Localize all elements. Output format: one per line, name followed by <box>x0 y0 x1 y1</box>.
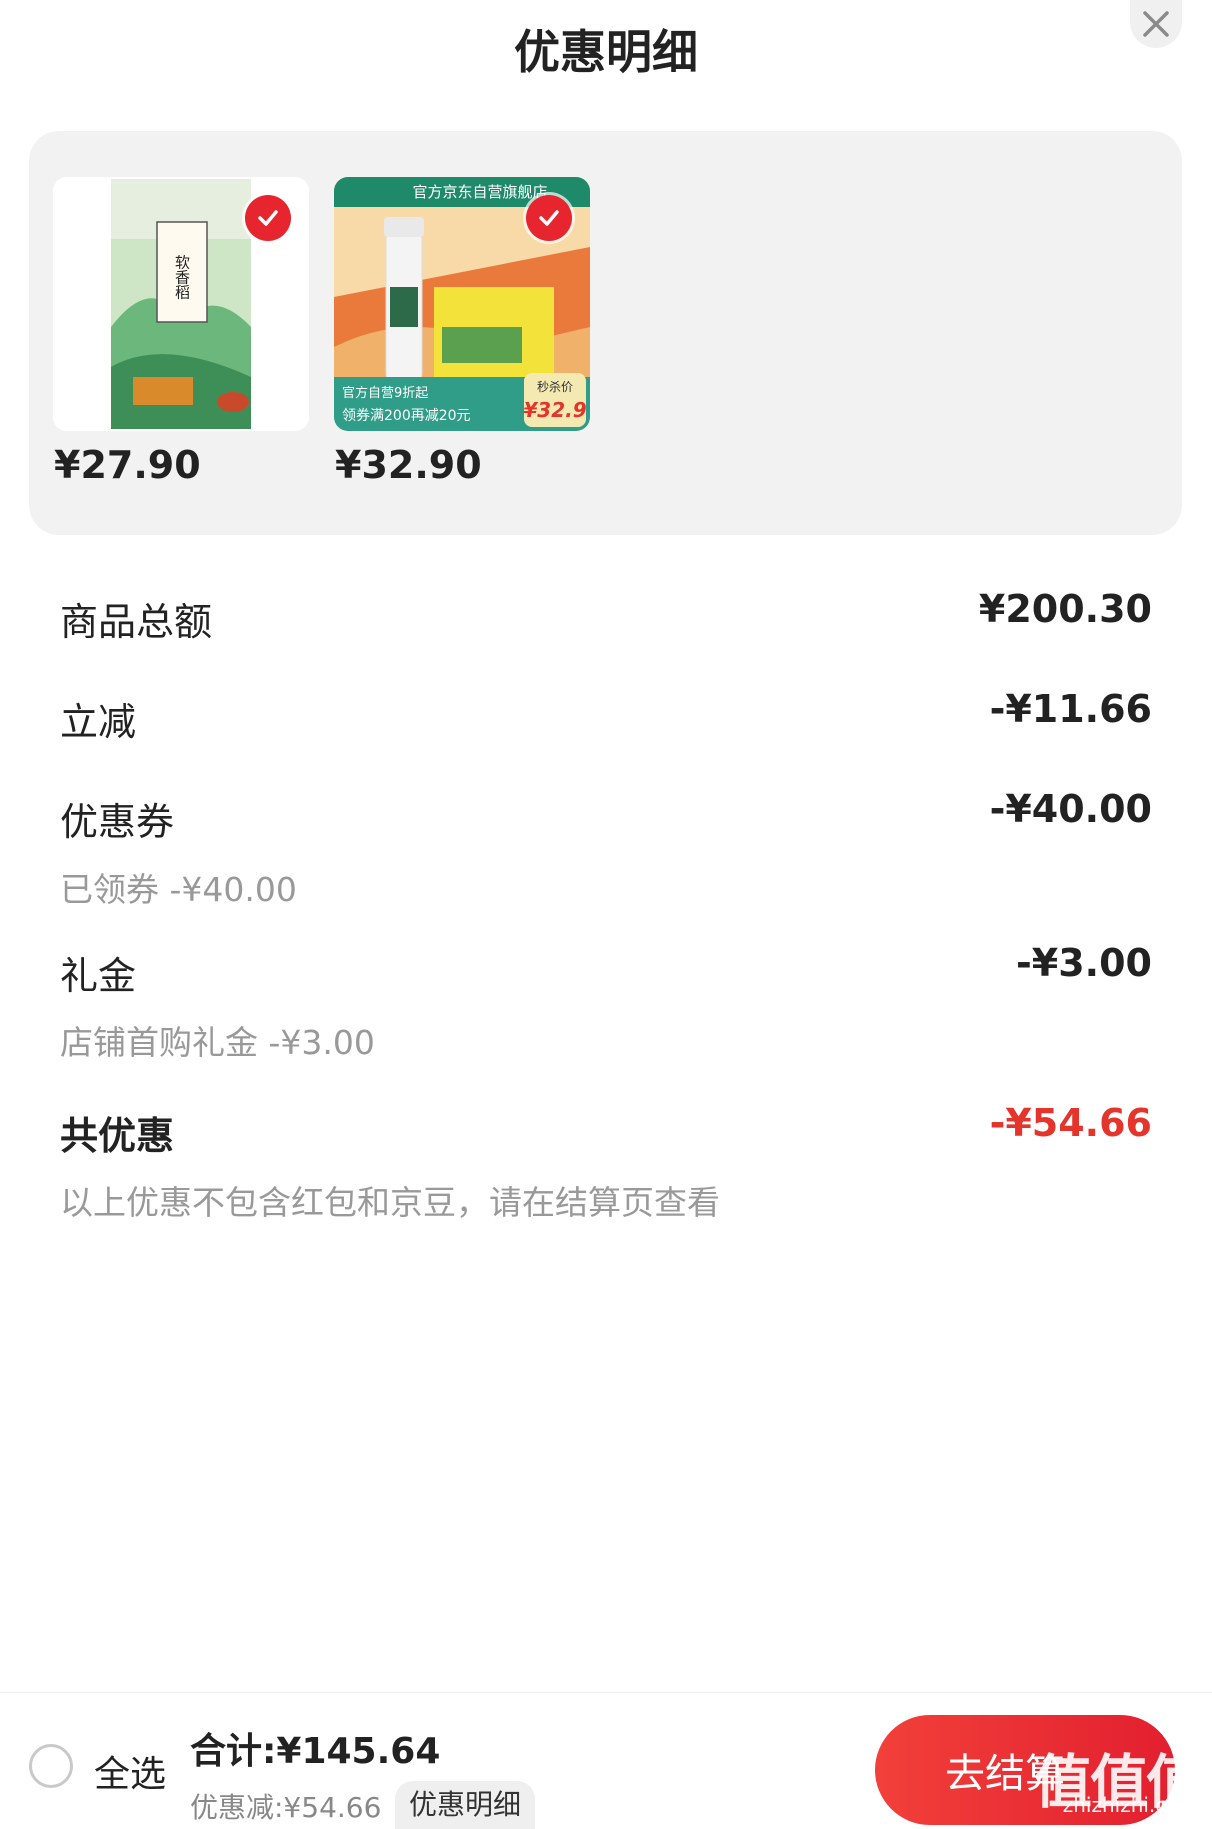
close-icon <box>1143 11 1169 37</box>
page-title: 优惠明细 <box>514 25 698 79</box>
sum-label: 共优惠 <box>60 1114 175 1158</box>
product-card[interactable]: 软香稻 <box>53 177 309 431</box>
instant-discount-value: -¥11.66 <box>989 687 1152 731</box>
coupon-label: 优惠券 <box>60 800 175 844</box>
promo-line1: 官方自营9折起 <box>342 385 428 401</box>
instant-discount-label: 立减 <box>60 700 137 744</box>
product-list: 软香稻 ¥27.90 官方京东自营旗舰店 官方自营9折起 领券满200再减20元… <box>29 131 1182 535</box>
gift-sub: 店铺首购礼金 -¥3.00 <box>60 1023 375 1062</box>
selected-check-icon[interactable] <box>526 195 572 241</box>
coupon-sub: 已领券 -¥40.00 <box>60 870 297 909</box>
gift-value: -¥3.00 <box>1016 941 1152 985</box>
discount-note: 以上优惠不包含红包和京豆，请在结算页查看 <box>60 1183 720 1222</box>
flash-price: ¥32.9 <box>523 398 586 422</box>
product-card[interactable]: 官方京东自营旗舰店 官方自营9折起 领券满200再减20元 秒杀价 ¥32.9 <box>334 177 590 431</box>
gift-label: 礼金 <box>60 954 137 998</box>
watermark-url: zhizhizhi.com <box>1062 1793 1198 1817</box>
select-all-label[interactable]: 全选 <box>94 1745 166 1797</box>
flash-label: 秒杀价 <box>537 379 573 394</box>
product-price: ¥32.90 <box>335 443 482 487</box>
promo-line2: 领券满200再减20元 <box>342 408 471 424</box>
total-label: 商品总额 <box>60 600 213 644</box>
discount-detail-link[interactable]: 优惠明细 <box>395 1781 536 1829</box>
pack-text: 软香稻 <box>173 255 191 300</box>
coupon-value: -¥40.00 <box>989 787 1152 831</box>
banner-text: 官方京东自营旗舰店 <box>412 183 547 201</box>
saved-amount: 优惠减:¥54.66 <box>190 1791 382 1824</box>
selected-check-icon[interactable] <box>245 195 291 241</box>
product-price: ¥27.90 <box>54 443 201 487</box>
total-value: ¥200.30 <box>978 587 1152 631</box>
sum-value: -¥54.66 <box>989 1101 1152 1145</box>
select-all-radio[interactable] <box>29 1744 73 1788</box>
order-total: 合计:¥145.64 <box>190 1731 441 1772</box>
